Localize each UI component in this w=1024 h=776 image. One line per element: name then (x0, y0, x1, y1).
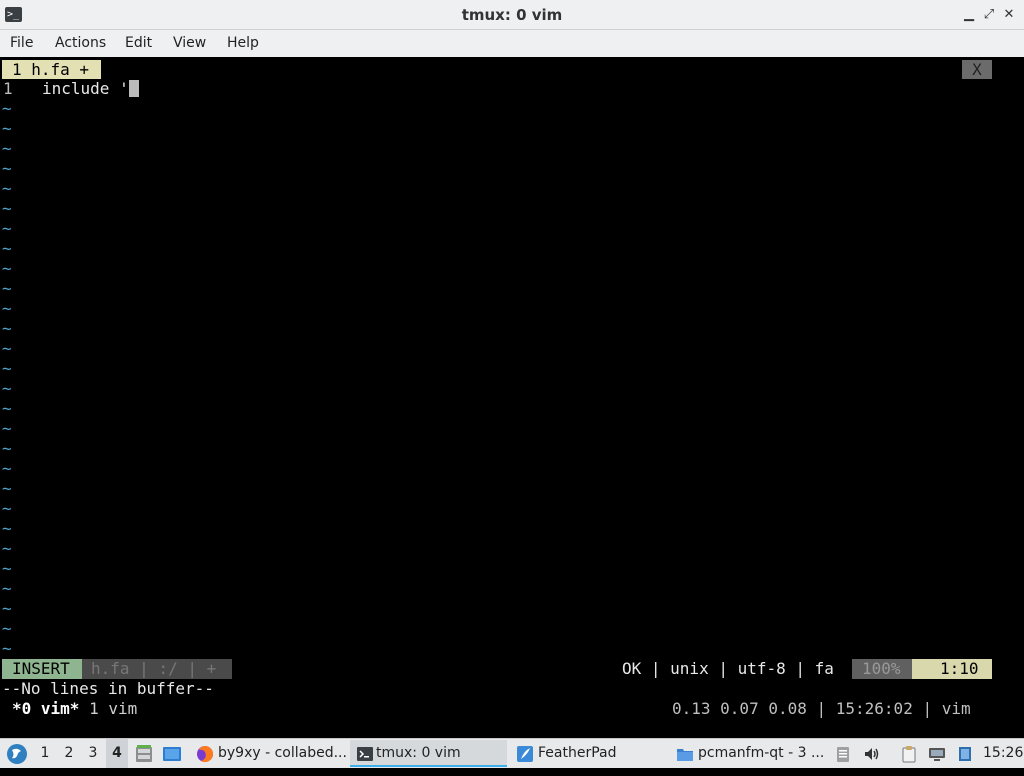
empty-line-tilde: ~ (2, 159, 12, 178)
clock[interactable]: 15:26 (983, 739, 1023, 769)
workspace-1[interactable]: 1 (34, 739, 56, 768)
empty-line-tilde: ~ (2, 119, 12, 138)
empty-line-tilde: ~ (2, 179, 12, 198)
window-title: tmux: 0 vim (461, 6, 563, 24)
empty-line-tilde: ~ (2, 199, 12, 218)
task-label: tmux: 0 vim (376, 745, 461, 761)
empty-line-tilde: ~ (2, 139, 12, 158)
terminal-area[interactable]: 1 h.fa + X 1 include ' ~ ~ ~ ~ ~ ~ ~ ~ ~ ~ ~ ~ ~ ~ ~ ~ ~… (0, 58, 1024, 738)
menu-edit[interactable]: Edit (125, 30, 152, 57)
menu-actions[interactable]: Actions (55, 30, 106, 57)
empty-line-tilde: ~ (2, 559, 12, 578)
show-desktop-button[interactable] (162, 744, 182, 764)
tmux-window-active[interactable]: *0 vim* (12, 699, 79, 718)
empty-line-tilde: ~ (2, 459, 12, 478)
empty-line-tilde: ~ (2, 379, 12, 398)
lxqt-logo-icon (7, 744, 27, 764)
task-featherpad[interactable]: FeatherPad (512, 740, 669, 767)
taskbar: 1 2 3 4 by9xy - collabed... tmux: 0 vim (0, 738, 1024, 768)
maximize-button[interactable]: ⤢ (980, 6, 998, 24)
task-terminal[interactable]: tmux: 0 vim (350, 740, 507, 767)
vim-statusline: INSERT h.fa | :/ | + OK | unix | utf-8 |… (0, 659, 1024, 679)
empty-line-tilde: ~ (2, 359, 12, 378)
task-label: by9xy - collabed... (218, 745, 347, 761)
clipboard-manager-icon[interactable] (900, 745, 918, 763)
vim-message: --No lines in buffer-- (2, 679, 214, 698)
folder-icon (677, 749, 693, 761)
empty-line-tilde: ~ (2, 439, 12, 458)
task-label: pcmanfm-qt - 3 ... (698, 745, 825, 761)
editor-line-text: include ' (42, 79, 129, 98)
empty-line-tilde: ~ (2, 279, 12, 298)
terminal-icon (357, 747, 373, 761)
menu-view[interactable]: View (173, 30, 206, 57)
network-icon[interactable] (928, 745, 946, 763)
workspace-4[interactable]: 4 (106, 739, 128, 768)
menu-bar: File Actions Edit View Help (0, 30, 1024, 57)
tmux-window-list: *0 vim* 1 vim (12, 699, 137, 719)
task-pcmanfm[interactable]: pcmanfm-qt - 3 ... (672, 740, 827, 767)
notification-icon[interactable] (956, 745, 974, 763)
editor-line[interactable]: include ' (42, 79, 139, 99)
window-titlebar: >_ tmux: 0 vim ▁ ⤢ ✕ (0, 0, 1024, 30)
volume-icon[interactable] (863, 745, 881, 763)
empty-line-tilde: ~ (2, 339, 12, 358)
tmux-status-right: 0.13 0.07 0.08 | 15:26:02 | vim (672, 699, 971, 718)
workspace-3[interactable]: 3 (82, 739, 104, 768)
cursor-position: 1:10 (912, 659, 992, 679)
clipboard-tray-icon[interactable] (834, 745, 852, 763)
menu-help[interactable]: Help (227, 30, 259, 57)
file-manager-launcher[interactable] (134, 744, 154, 764)
menu-file[interactable]: File (10, 30, 33, 57)
empty-line-tilde: ~ (2, 319, 12, 338)
empty-line-tilde: ~ (2, 259, 12, 278)
empty-line-tilde: ~ (2, 539, 12, 558)
workspace-2[interactable]: 2 (58, 739, 80, 768)
empty-line-tilde: ~ (2, 579, 12, 598)
empty-line-tilde: ~ (2, 499, 12, 518)
empty-line-tilde: ~ (2, 299, 12, 318)
text-cursor (128, 80, 139, 97)
empty-line-tilde: ~ (2, 479, 12, 498)
tmux-window-other[interactable]: 1 vim (89, 699, 137, 718)
desktop-icon (163, 747, 181, 761)
empty-line-tilde: ~ (2, 639, 12, 658)
task-label: FeatherPad (538, 745, 617, 761)
empty-line-tilde: ~ (2, 519, 12, 538)
line-number: 1 (3, 79, 13, 98)
mode-indicator: INSERT (2, 659, 82, 679)
vim-tab-close[interactable]: X (962, 60, 992, 79)
start-menu-button[interactable] (6, 743, 28, 765)
minimize-button[interactable]: ▁ (960, 6, 978, 24)
featherpad-icon (517, 746, 533, 762)
file-info: OK | unix | utf-8 | fa (622, 659, 834, 678)
close-button[interactable]: ✕ (1000, 6, 1018, 24)
empty-line-tilde: ~ (2, 599, 12, 618)
empty-line-tilde: ~ (2, 219, 12, 238)
task-firefox[interactable]: by9xy - collabed... (192, 740, 347, 767)
firefox-icon (197, 746, 214, 763)
empty-line-tilde: ~ (2, 99, 12, 118)
empty-line-tilde: ~ (2, 239, 12, 258)
file-cabinet-icon (136, 745, 152, 762)
empty-line-tilde: ~ (2, 399, 12, 418)
file-indicator: h.fa | :/ | + (82, 659, 232, 679)
empty-line-tilde: ~ (2, 419, 12, 438)
scroll-percent: 100% (852, 659, 912, 679)
empty-line-tilde: ~ (2, 619, 12, 638)
vim-tab-active[interactable]: 1 h.fa + (2, 60, 101, 79)
